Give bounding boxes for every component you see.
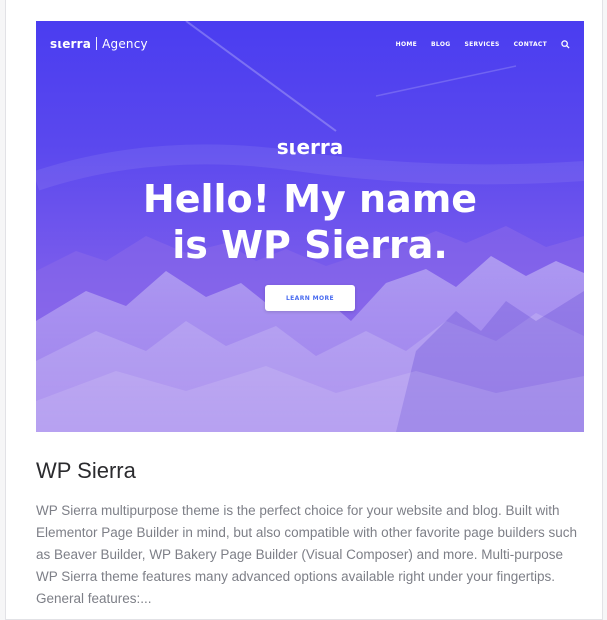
theme-title[interactable]: WP Sierra: [36, 458, 136, 484]
theme-preview-image[interactable]: sιerra Agency HOME BLOG SERVICES CONTACT …: [36, 21, 584, 432]
logo-divider: [96, 37, 98, 50]
hero-headline: Hello! My name is WP Sierra.: [36, 176, 584, 268]
theme-card[interactable]: sιerra Agency HOME BLOG SERVICES CONTACT …: [5, 0, 603, 620]
nav-item-contact: CONTACT: [513, 41, 547, 48]
preview-logo-text: sιerra: [50, 37, 92, 51]
preview-logo-suffix: Agency: [102, 37, 148, 51]
hero-headline-line2: is WP Sierra.: [172, 223, 448, 267]
nav-item-services: SERVICES: [464, 41, 500, 48]
nav-item-home: HOME: [395, 41, 418, 48]
theme-description: WP Sierra multipurpose theme is the perf…: [36, 503, 578, 606]
preview-logo: sιerra Agency: [50, 37, 148, 51]
preview-nav-menu: HOME BLOG SERVICES CONTACT: [396, 40, 570, 49]
nav-item-blog: BLOG: [431, 41, 451, 48]
hero-headline-line1: Hello! My name: [142, 177, 478, 221]
hero-brand-logo: sιerra: [276, 135, 344, 159]
learn-more-button: LEARN MORE: [265, 285, 355, 311]
search-icon: [561, 40, 570, 49]
